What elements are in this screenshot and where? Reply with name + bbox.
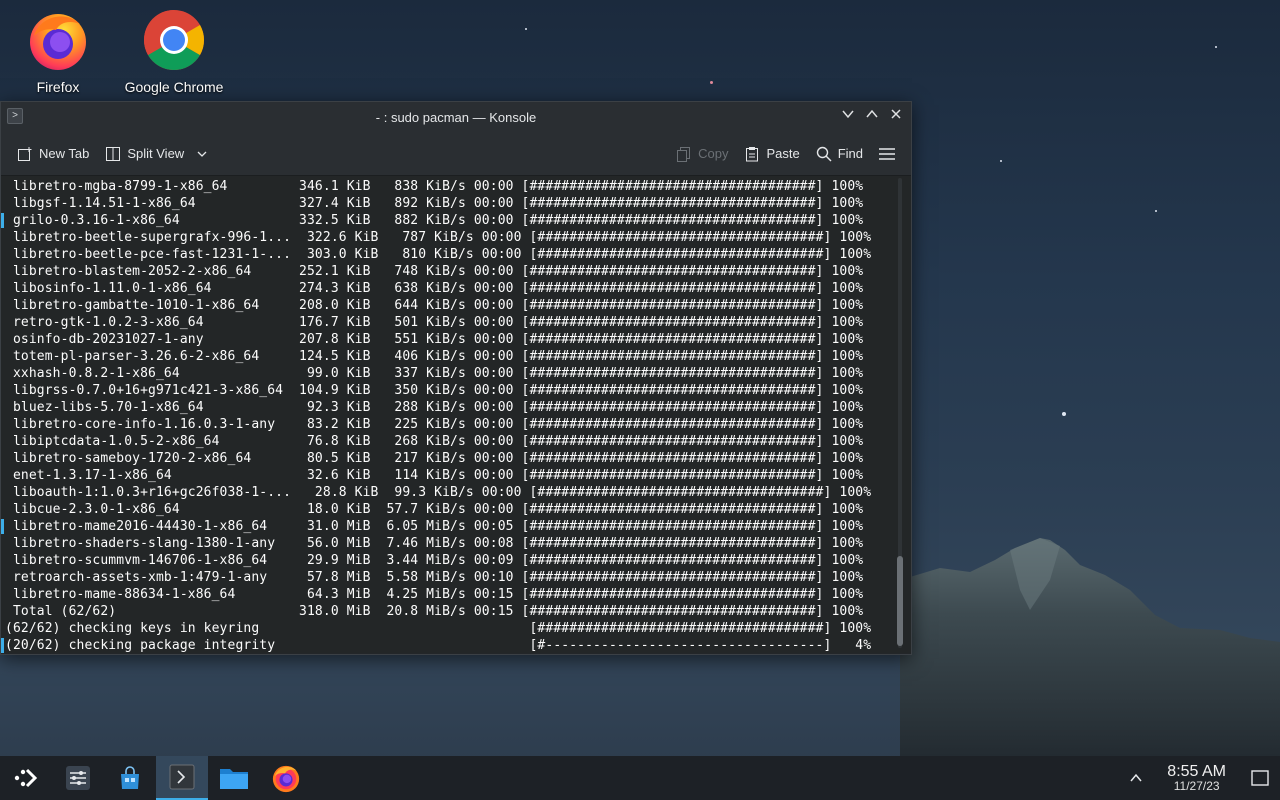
terminal-line: libosinfo-1.11.0-1-x86_64 274.3 KiB 638 …: [5, 281, 864, 296]
terminal-line: liboauth-1:1.0.3+r16+gc26f038-1-... 28.8…: [5, 485, 872, 500]
digital-clock[interactable]: 8:55 AM 11/27/23: [1167, 763, 1226, 793]
terminal-line: Total (62/62) 318.0 MiB 20.8 MiB/s 00:15…: [5, 604, 864, 619]
konsole-window: > - : sudo pacman — Konsole New Tab Spli…: [0, 101, 912, 655]
star: [1155, 210, 1157, 212]
split-view-button[interactable]: Split View: [97, 139, 216, 169]
new-tab-label: New Tab: [39, 146, 90, 161]
terminal-line: libretro-blastem-2052-2-x86_64 252.1 KiB…: [5, 264, 864, 279]
find-button[interactable]: Find: [808, 139, 871, 169]
taskbar-discover-store[interactable]: [104, 756, 156, 800]
terminal-line: (62/62) checking keys in keyring [######…: [5, 621, 872, 636]
window-controls: [839, 107, 905, 125]
split-view-label: Split View: [127, 146, 185, 161]
star: [1000, 160, 1002, 162]
chevron-down-icon[interactable]: [196, 148, 208, 160]
search-icon: [816, 146, 832, 161]
chrome-icon: [143, 9, 205, 71]
terminal-line: enet-1.3.17-1-x86_64 32.6 KiB 114 KiB/s …: [5, 468, 864, 483]
desktop-icon-label: Firefox: [36, 79, 80, 95]
application-launcher-button[interactable]: [0, 756, 52, 800]
terminal-line: libgsf-1.14.51-1-x86_64 327.4 KiB 892 Ki…: [5, 196, 864, 211]
find-label: Find: [837, 146, 863, 161]
terminal-line: libretro-mame2016-44430-1-x86_64 31.0 Mi…: [5, 519, 864, 534]
terminal-marker: [1, 638, 4, 653]
clock-date: 11/27/23: [1173, 779, 1220, 793]
terminal-line: libretro-mame-88634-1-x86_64 64.3 MiB 4.…: [5, 587, 864, 602]
close-button[interactable]: [887, 107, 905, 125]
desktop-icon-label: Google Chrome: [124, 79, 224, 95]
paste-label: Paste: [766, 146, 800, 161]
folder-icon: [220, 769, 248, 789]
terminal-icon: [169, 764, 195, 790]
hamburger-menu-icon: [879, 147, 895, 160]
desktop-icon-firefox[interactable]: Firefox: [8, 8, 108, 95]
konsole-app-icon[interactable]: >: [7, 108, 23, 124]
paste-button[interactable]: Paste: [736, 139, 807, 169]
paste-icon: [746, 146, 759, 161]
terminal-marker: [1, 519, 4, 534]
taskbar-system-settings[interactable]: [52, 756, 104, 800]
terminal-line: totem-pl-parser-3.26.6-2-x86_64 124.5 Ki…: [5, 349, 864, 364]
steamos-launcher-icon: [14, 768, 38, 788]
konsole-toolbar: New Tab Split View Copy Paste Find: [1, 132, 911, 176]
terminal-line: libretro-mgba-8799-1-x86_64 346.1 KiB 83…: [5, 179, 864, 194]
copy-label: Copy: [698, 146, 729, 161]
terminal-line: libiptcdata-1.0.5-2-x86_64 76.8 KiB 268 …: [5, 434, 864, 449]
window-titlebar[interactable]: > - : sudo pacman — Konsole: [1, 102, 911, 132]
terminal-line: libretro-beetle-pce-fast-1231-1-... 303.…: [5, 247, 872, 262]
terminal-line: osinfo-db-20231027-1-any 207.8 KiB 551 K…: [5, 332, 864, 347]
terminal-line: libcue-2.3.0-1-x86_64 18.0 KiB 57.7 KiB/…: [5, 502, 864, 517]
terminal-line: libretro-core-info-1.16.0.3-1-any 83.2 K…: [5, 417, 864, 432]
system-tray: 8:55 AM 11/27/23: [1129, 756, 1280, 800]
terminal-line: retroarch-assets-xmb-1:479-1-any 57.8 Mi…: [5, 570, 864, 585]
chevron-up-icon[interactable]: [1129, 771, 1143, 785]
terminal-line: (20/62) checking package integrity [#---…: [5, 638, 872, 653]
firefox-icon: [272, 765, 300, 793]
copy-button[interactable]: Copy: [668, 139, 736, 169]
taskbar: 8:55 AM 11/27/23: [0, 756, 1280, 800]
scrollbar-thumb[interactable]: [897, 556, 903, 646]
wallpaper-mountain: [900, 538, 1280, 756]
terminal-line: libretro-scummvm-146706-1-x86_64 29.9 Mi…: [5, 553, 864, 568]
terminal-lines: libretro-mgba-8799-1-x86_64 346.1 KiB 83…: [5, 178, 911, 653]
show-desktop-icon: [1251, 770, 1269, 786]
clock-time: 8:55 AM: [1167, 763, 1226, 780]
star: [710, 81, 713, 84]
copy-icon: [677, 146, 691, 162]
star: [1062, 412, 1066, 416]
settings-sliders-icon: [66, 766, 90, 790]
terminal-line: libretro-beetle-supergrafx-996-1... 322.…: [5, 230, 872, 245]
show-desktop-button[interactable]: [1240, 756, 1280, 800]
terminal-line: libretro-sameboy-1720-2-x86_64 80.5 KiB …: [5, 451, 864, 466]
terminal-line: xxhash-0.8.2-1-x86_64 99.0 KiB 337 KiB/s…: [5, 366, 864, 381]
terminal-line: bluez-libs-5.70-1-x86_64 92.3 KiB 288 Ki…: [5, 400, 864, 415]
terminal-scrollbar[interactable]: [895, 176, 905, 653]
desktop-icon-chrome[interactable]: Google Chrome: [124, 8, 224, 95]
new-tab-icon: [18, 146, 32, 161]
new-tab-button[interactable]: New Tab: [9, 139, 97, 169]
terminal-line: libretro-shaders-slang-1380-1-any 56.0 M…: [5, 536, 864, 551]
taskbar-file-manager[interactable]: [208, 756, 260, 800]
terminal-line: libretro-gambatte-1010-1-x86_64 208.0 Ki…: [5, 298, 864, 313]
terminal-output[interactable]: libretro-mgba-8799-1-x86_64 346.1 KiB 83…: [1, 176, 911, 653]
terminal-line: retro-gtk-1.0.2-3-x86_64 176.7 KiB 501 K…: [5, 315, 864, 330]
terminal-marker: [1, 213, 4, 228]
taskbar-konsole[interactable]: [156, 756, 208, 800]
split-view-icon: [106, 146, 121, 161]
menu-button[interactable]: [871, 139, 903, 169]
shopping-bag-icon: [121, 766, 139, 789]
taskbar-firefox[interactable]: [260, 756, 312, 800]
maximize-button[interactable]: [863, 107, 881, 125]
star: [1215, 46, 1217, 48]
firefox-icon: [30, 14, 86, 70]
terminal-line: libgrss-0.7.0+16+g971c421-3-x86_64 104.9…: [5, 383, 864, 398]
star: [525, 28, 527, 30]
chevron-down-icon[interactable]: [839, 107, 857, 125]
terminal-line: grilo-0.3.16-1-x86_64 332.5 KiB 882 KiB/…: [5, 213, 864, 228]
window-title: - : sudo pacman — Konsole: [375, 109, 537, 125]
